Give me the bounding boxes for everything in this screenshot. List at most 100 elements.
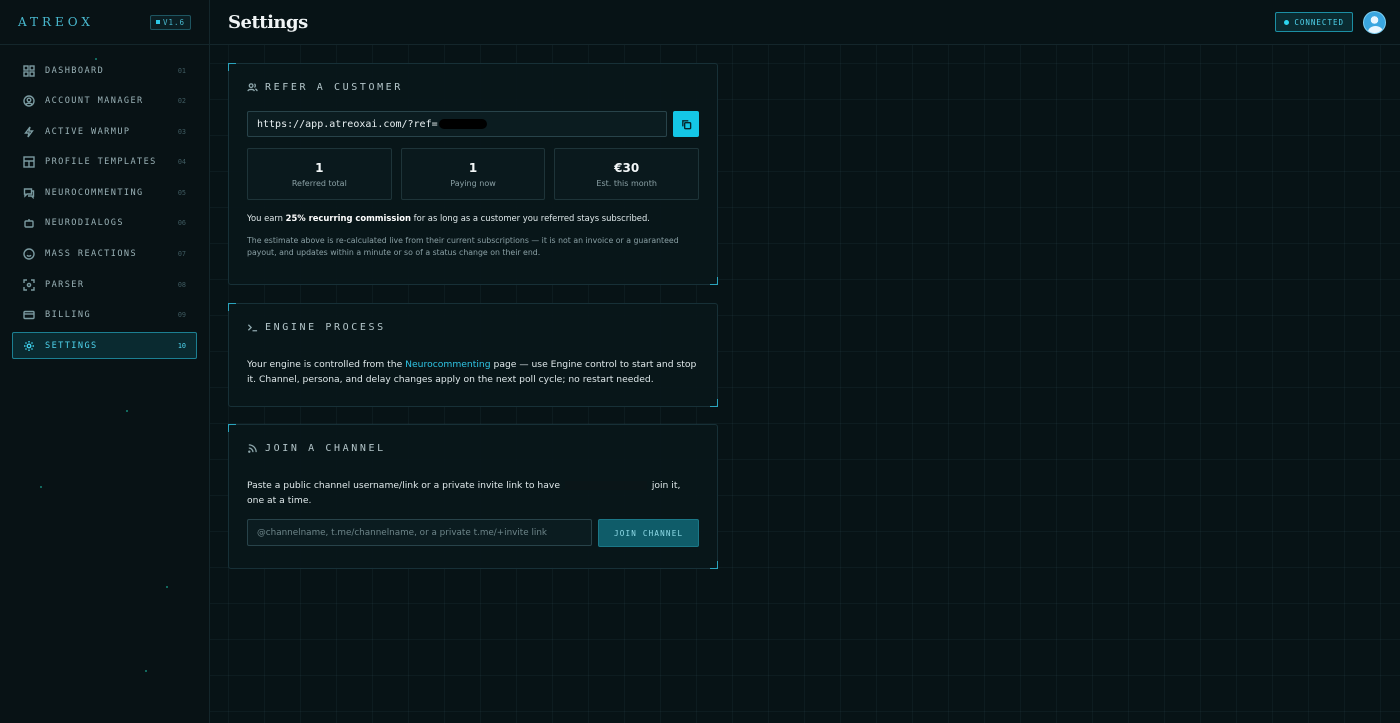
stat-value: 1: [315, 160, 324, 175]
version-label: V1.6: [162, 17, 185, 27]
neurocommenting-link[interactable]: Neurocommenting: [405, 359, 490, 370]
decor-particle: [126, 410, 128, 412]
card-title: REFER A CUSTOMER: [265, 82, 403, 93]
sidebar-item-neurodialogs[interactable]: NEURODIALOGS 06: [12, 210, 197, 237]
commission-text: You earn 25% recurring commission for as…: [247, 213, 699, 223]
main-content: REFER A CUSTOMER https://app.atreoxai.co…: [210, 45, 1400, 723]
sidebar-item-number: 03: [177, 127, 186, 136]
decor-particle: [95, 58, 97, 60]
engine-description: Your engine is controlled from the Neuro…: [247, 357, 699, 387]
users-icon: [247, 83, 258, 92]
sidebar-item-label: PARSER: [45, 279, 85, 290]
app-root: ATREOX V1.6 DASHBOARD 01 ACCOUNT MANAGER…: [0, 0, 1400, 723]
referral-link-text: https://app.atreoxai.com/?ref=: [257, 118, 438, 130]
join-description: Paste a public channel username/link or …: [247, 478, 699, 508]
card-corner: [710, 277, 718, 285]
sidebar-item-number: 06: [177, 219, 186, 228]
sidebar-item-dashboard[interactable]: DASHBOARD 01: [12, 57, 197, 84]
top-header: Settings CONNECTED: [210, 0, 1400, 45]
scan-icon: [23, 278, 35, 291]
redacted-account-name: [564, 481, 647, 490]
sidebar-item-label: PROFILE TEMPLATES: [45, 157, 157, 168]
header-right: CONNECTED: [1275, 10, 1386, 34]
smile-icon: [23, 248, 35, 260]
sidebar-item-label: NEUROCOMMENTING: [45, 187, 144, 198]
card-header: REFER A CUSTOMER: [247, 82, 699, 93]
bolt-icon: [23, 126, 35, 138]
sidebar-nav: DASHBOARD 01 ACCOUNT MANAGER 02 ACTIVE W…: [0, 45, 209, 360]
sidebar-item-mass-reactions[interactable]: MASS REACTIONS 07: [12, 241, 197, 268]
join-text-prefix: Paste a public channel username/link or …: [247, 480, 563, 491]
sidebar-item-label: ACCOUNT MANAGER: [45, 96, 144, 107]
stat-label: Paying now: [450, 178, 496, 188]
copy-link-button[interactable]: [673, 111, 699, 137]
connection-status-label: CONNECTED: [1294, 17, 1344, 27]
sidebar-item-parser[interactable]: PARSER 08: [12, 271, 197, 298]
referral-link-field[interactable]: https://app.atreoxai.com/?ref=: [247, 111, 668, 137]
sidebar-item-label: DASHBOARD: [45, 65, 105, 76]
referral-stats: 1 Referred total 1 Paying now €30 Est. t…: [247, 148, 700, 200]
channel-input[interactable]: [247, 519, 593, 546]
estimate-note: The estimate above is re-calculated live…: [247, 236, 679, 257]
sidebar-item-neurocommenting[interactable]: NEUROCOMMENTING 05: [12, 179, 197, 206]
referral-link-row: https://app.atreoxai.com/?ref=: [247, 111, 699, 137]
card-corner: [710, 399, 718, 407]
status-dot-icon: [1284, 19, 1290, 25]
brand-row: ATREOX V1.6: [0, 0, 209, 45]
sidebar-item-label: BILLING: [45, 310, 92, 321]
sidebar-item-number: 04: [177, 158, 186, 167]
page-title: Settings: [228, 11, 308, 33]
card-corner: [228, 63, 236, 71]
card-header: JOIN A CHANNEL: [247, 443, 699, 454]
stat-value: €30: [614, 160, 640, 175]
engine-text-prefix: Your engine is controlled from the: [247, 359, 406, 370]
commission-rate: 25% recurring commission: [285, 213, 411, 223]
terminal-icon: [247, 324, 258, 332]
engine-process-card: ENGINE PROCESS Your engine is controlled…: [228, 303, 718, 407]
connection-status-badge: CONNECTED: [1275, 12, 1353, 32]
chat-icon: [23, 187, 35, 199]
sidebar-item-account-manager[interactable]: ACCOUNT MANAGER 02: [12, 88, 197, 115]
sidebar: ATREOX V1.6 DASHBOARD 01 ACCOUNT MANAGER…: [0, 0, 210, 723]
sidebar-item-label: ACTIVE WARMUP: [45, 126, 131, 137]
decor-particle: [145, 670, 147, 672]
stat-est-this-month: €30 Est. this month: [554, 148, 700, 200]
gear-icon: [23, 340, 35, 352]
decor-particle: [40, 486, 42, 488]
card-title: JOIN A CHANNEL: [265, 443, 386, 454]
card-corner: [710, 561, 718, 569]
sidebar-item-number: 02: [177, 97, 186, 106]
avatar[interactable]: [1363, 10, 1386, 34]
sidebar-item-number: 05: [177, 188, 186, 197]
card-header: ENGINE PROCESS: [247, 322, 699, 333]
version-dot-icon: [155, 20, 160, 24]
sidebar-item-active-warmup[interactable]: ACTIVE WARMUP 03: [12, 118, 197, 145]
join-channel-row: JOIN CHANNEL: [247, 519, 699, 547]
card-corner: [228, 424, 236, 432]
bot-icon: [23, 217, 35, 229]
card-corner: [228, 303, 236, 311]
join-channel-button[interactable]: JOIN CHANNEL: [598, 519, 699, 547]
card-title: ENGINE PROCESS: [265, 322, 386, 333]
stat-label: Referred total: [291, 178, 347, 188]
grid-icon: [23, 64, 35, 77]
copy-icon: [681, 119, 691, 129]
brand-logo[interactable]: ATREOX: [18, 15, 94, 29]
commission-suffix: for as long as a customer you referred s…: [410, 213, 650, 223]
sidebar-item-label: NEURODIALOGS: [45, 218, 124, 229]
rss-icon: [248, 444, 257, 453]
sidebar-item-number: 09: [177, 311, 186, 320]
sidebar-item-number: 08: [177, 280, 186, 289]
redacted-code: [438, 119, 487, 129]
stat-paying-now: 1 Paying now: [400, 148, 546, 200]
sidebar-item-number: 07: [177, 250, 186, 259]
stat-label: Est. this month: [596, 178, 657, 188]
decor-particle: [166, 586, 168, 588]
sidebar-item-number: 10: [177, 341, 186, 350]
join-channel-card: JOIN A CHANNEL Paste a public channel us…: [228, 424, 718, 569]
card-icon: [23, 309, 35, 321]
sidebar-item-label: SETTINGS: [45, 340, 98, 351]
sidebar-item-billing[interactable]: BILLING 09: [12, 302, 197, 329]
sidebar-item-profile-templates[interactable]: PROFILE TEMPLATES 04: [12, 149, 197, 176]
sidebar-item-settings[interactable]: SETTINGS 10: [12, 332, 197, 360]
